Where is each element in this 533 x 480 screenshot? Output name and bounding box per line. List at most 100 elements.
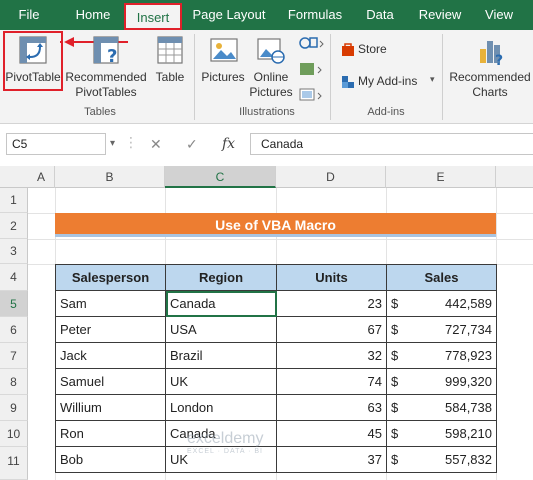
currency-symbol: $ [391,348,399,363]
cell-units[interactable]: 74 [276,368,387,395]
group-label-addins: Add-ins [367,106,405,118]
tab-data[interactable]: Data [360,0,400,30]
currency-symbol: $ [391,452,399,467]
recommended-pivottables-button[interactable]: ? Recommended PivotTables [64,33,148,99]
column-header-d[interactable]: D [276,166,386,188]
online-pictures-label-1: Online [253,70,289,84]
cell-units[interactable]: 45 [276,420,387,447]
header-sales[interactable]: Sales [386,264,497,291]
cell-salesperson[interactable]: Bob [55,446,166,473]
row-header-8[interactable]: 8 [0,369,28,395]
table-button[interactable]: Table [152,33,188,89]
cell-units[interactable]: 32 [276,342,387,369]
currency-symbol: $ [391,426,399,441]
group-separator [330,34,331,120]
header-region[interactable]: Region [165,264,277,291]
group-separator [194,34,195,120]
tab-file[interactable]: File [6,0,52,30]
online-pictures-icon [257,38,285,64]
store-button[interactable]: Store [338,40,418,60]
tab-formulas[interactable]: Formulas [282,0,348,30]
sheet-title[interactable]: Use of VBA Macro [55,213,496,237]
group-label-tables: Tables [84,106,116,118]
cell-salesperson[interactable]: Samuel [55,368,166,395]
cell-units[interactable]: 67 [276,316,387,343]
table-row: Willium London 63 $584,738 [55,394,497,421]
row-header-11[interactable]: 11 [0,447,28,480]
currency-symbol: $ [391,296,399,311]
name-box-dropdown-icon[interactable]: ▾ [110,138,115,149]
screenshot-icon[interactable] [298,86,326,104]
cell-sales[interactable]: $999,320 [386,368,497,395]
smartart-icon[interactable] [298,60,326,78]
cell-units[interactable]: 37 [276,446,387,473]
cell-region[interactable]: UK [165,368,277,395]
cell-region-selected[interactable]: Canada [165,290,277,317]
recommended-charts-icon: ? [480,41,503,67]
column-header-a[interactable]: A [28,166,55,188]
tab-page-layout[interactable]: Page Layout [190,0,268,30]
cell-sales[interactable]: $598,210 [386,420,497,447]
row-header-2[interactable]: 2 [0,213,28,239]
header-salesperson[interactable]: Salesperson [55,264,166,291]
formula-bar: C5 ▾ ⋮ ✕ ✓ fx Canada [0,124,533,166]
cell-sales[interactable]: $727,734 [386,316,497,343]
recommended-charts-button[interactable]: ? Recommended Charts [448,33,532,101]
cell-sales[interactable]: $584,738 [386,394,497,421]
more-icon: ⋮ [124,134,138,150]
ribbon-tab-bar: File Home Insert Page Layout Formulas Da… [0,0,533,30]
row-header-9[interactable]: 9 [0,395,28,421]
name-box[interactable]: C5 [6,133,106,155]
cell-salesperson[interactable]: Ron [55,420,166,447]
tab-view[interactable]: View [478,0,520,30]
online-pictures-label-2: Pictures [249,85,293,99]
enter-icon[interactable]: ✓ [186,133,198,155]
row-header-7[interactable]: 7 [0,343,28,369]
sales-table: Salesperson Region Units Sales Sam Canad… [55,264,497,473]
column-header-b[interactable]: B [55,166,165,188]
cell-units[interactable]: 63 [276,394,387,421]
pivottable-icon [19,36,47,64]
cell-sales[interactable]: $778,923 [386,342,497,369]
cell-region[interactable]: London [165,394,277,421]
insert-function-icon[interactable]: fx [222,133,235,155]
cell-sales[interactable]: $557,832 [386,446,497,473]
tab-insert[interactable]: Insert [124,3,182,30]
table-row: Samuel UK 74 $999,320 [55,368,497,395]
cell-region[interactable]: USA [165,316,277,343]
cell-sales[interactable]: $442,589 [386,290,497,317]
shapes-icon[interactable] [298,34,326,52]
currency-symbol: $ [391,374,399,389]
my-addins-button[interactable]: My Add-ins ▾ [338,72,438,92]
gridline [28,239,533,240]
table-row: Ron Canada 45 $598,210 [55,420,497,447]
sales-value: 727,734 [445,322,492,337]
ribbon: PivotTable ? Recommended PivotTables Tab… [0,30,533,124]
row-header-5[interactable]: 5 [0,291,28,317]
recommended-pivottables-label-1: Recommended [65,70,147,84]
cell-salesperson[interactable]: Jack [55,342,166,369]
cell-salesperson[interactable]: Peter [55,316,166,343]
cell-units[interactable]: 23 [276,290,387,317]
column-header-c[interactable]: C [165,166,276,188]
cell-salesperson[interactable]: Willium [55,394,166,421]
tab-home[interactable]: Home [66,0,120,30]
cell-salesperson[interactable]: Sam [55,290,166,317]
row-header-6[interactable]: 6 [0,317,28,343]
watermark-logo: exceldemy [187,430,264,447]
formula-input[interactable]: Canada [250,133,533,155]
column-header-e[interactable]: E [386,166,496,188]
cancel-icon[interactable]: ✕ [150,133,162,155]
row-header-4[interactable]: 4 [0,264,28,291]
row-header-1[interactable]: 1 [0,188,28,213]
header-units[interactable]: Units [276,264,387,291]
pictures-button[interactable]: Pictures [200,33,246,89]
row-header-3[interactable]: 3 [0,239,28,264]
recommended-pivottables-label-2: PivotTables [75,85,137,99]
group-separator [442,34,443,120]
row-header-10[interactable]: 10 [0,421,28,447]
pivottable-button[interactable]: PivotTable [5,33,61,89]
online-pictures-button[interactable]: Online Pictures [248,33,294,101]
tab-review[interactable]: Review [414,0,466,30]
cell-region[interactable]: Brazil [165,342,277,369]
